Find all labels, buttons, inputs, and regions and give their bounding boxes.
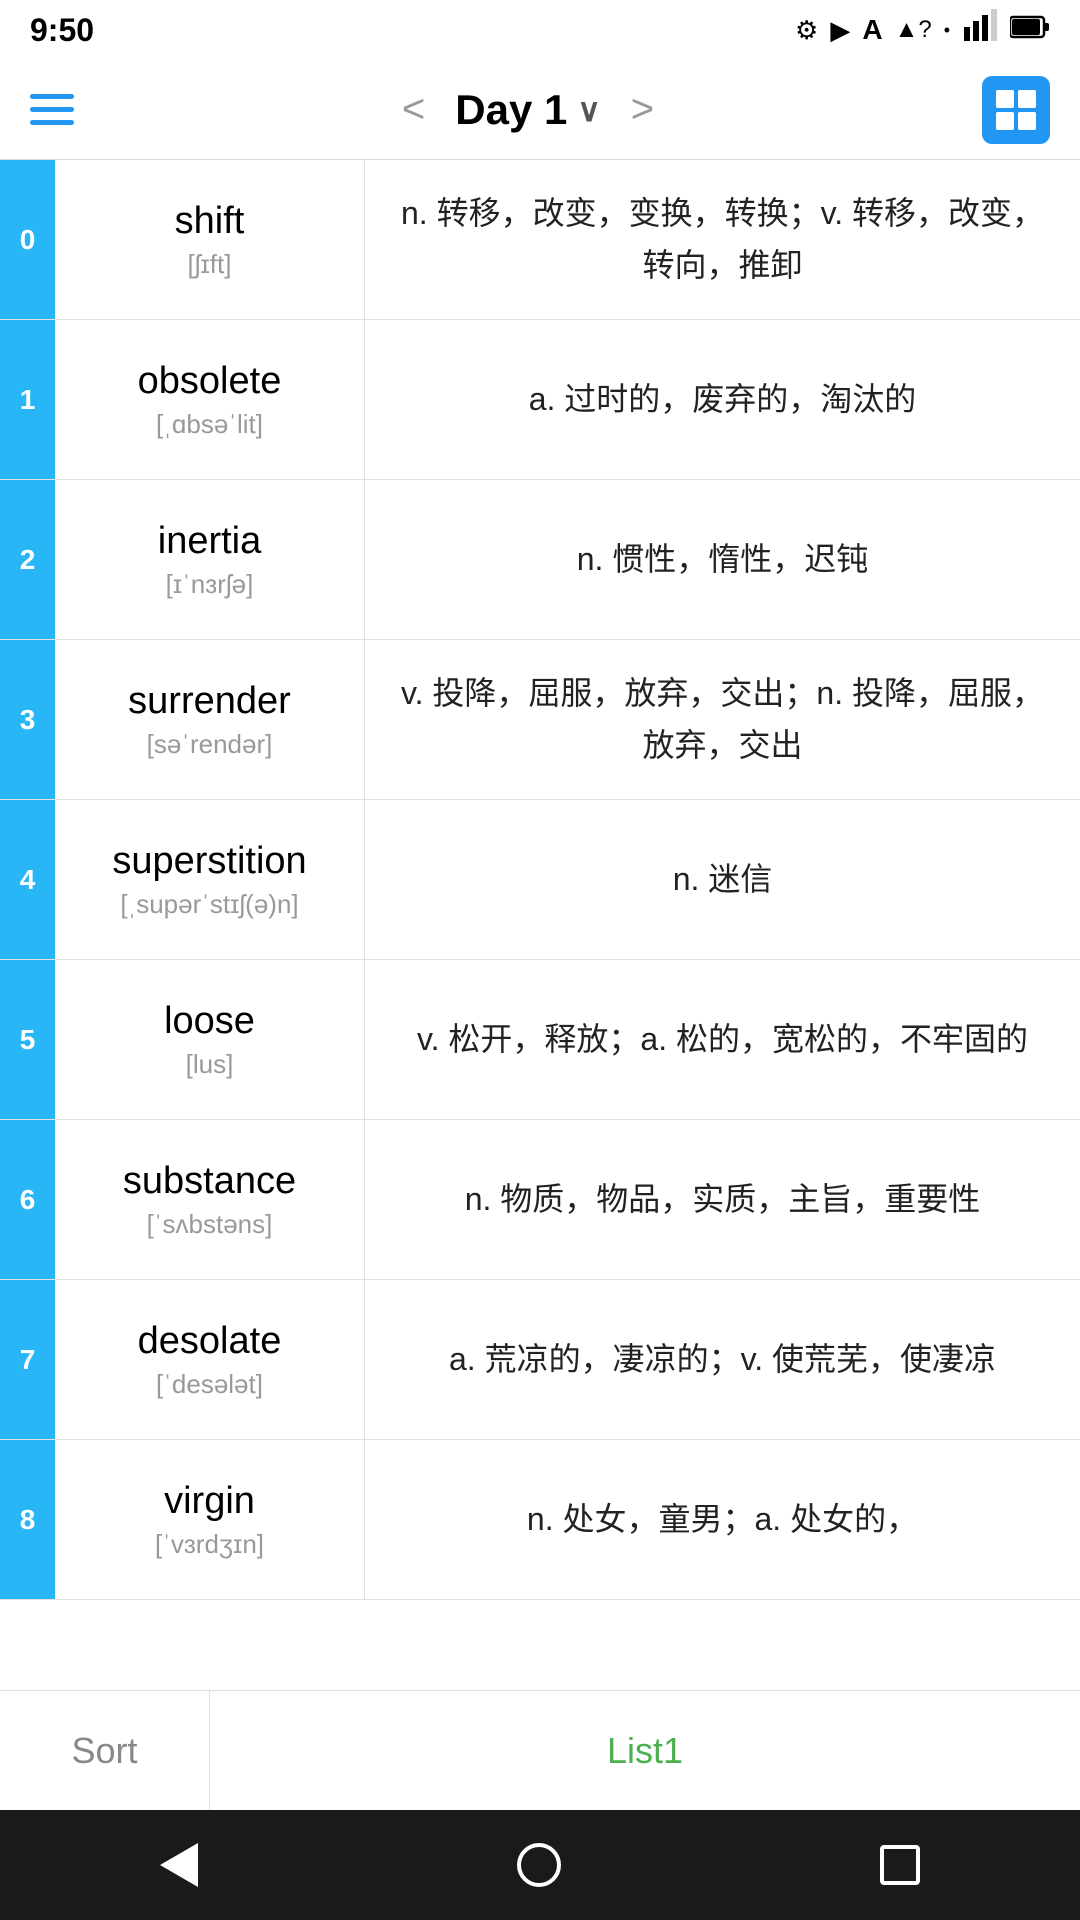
word-text: virgin	[164, 1480, 255, 1523]
row-index: 0	[0, 160, 55, 319]
word-text: obsolete	[138, 360, 282, 403]
day-title[interactable]: Day 1 ∨	[455, 86, 601, 134]
word-text: inertia	[158, 520, 262, 563]
hamburger-line-3	[30, 120, 74, 125]
word-cell: desolate [ˈdesələt]	[55, 1280, 365, 1439]
definition-cell: n. 处女，童男；a. 处女的，	[365, 1440, 1080, 1599]
text-icon: A	[862, 14, 882, 46]
dot-icon: •	[944, 20, 950, 41]
definition-cell: n. 物质，物品，实质，主旨，重要性	[365, 1120, 1080, 1279]
play-icon: ▶	[830, 15, 850, 46]
sort-tab-label: Sort	[71, 1730, 137, 1772]
word-phonetic: [səˈrendər]	[147, 729, 273, 760]
home-button[interactable]	[517, 1843, 561, 1887]
sort-tab[interactable]: Sort	[0, 1691, 210, 1810]
back-button[interactable]	[160, 1843, 198, 1887]
row-index: 8	[0, 1440, 55, 1599]
definition-cell: n. 迷信	[365, 800, 1080, 959]
definition-cell: v. 投降，屈服，放弃，交出；n. 投降，屈服，放弃，交出	[365, 640, 1080, 799]
word-row[interactable]: 0 shift [ʃɪft] n. 转移，改变，变换，转换；v. 转移，改变，转…	[0, 160, 1080, 320]
definition-cell: a. 荒凉的，凄凉的；v. 使荒芜，使凄凉	[365, 1280, 1080, 1439]
word-row[interactable]: 4 superstition [ˌsupərˈstɪʃ(ə)n] n. 迷信	[0, 800, 1080, 960]
gear-icon: ⚙	[795, 15, 818, 46]
hamburger-button[interactable]	[30, 94, 74, 125]
word-row[interactable]: 6 substance [ˈsʌbstəns] n. 物质，物品，实质，主旨，重…	[0, 1120, 1080, 1280]
battery-icon	[1010, 13, 1050, 48]
word-phonetic: [ˈvɜrdʒɪn]	[155, 1529, 264, 1560]
list1-tab[interactable]: List1	[210, 1691, 1080, 1810]
row-index: 3	[0, 640, 55, 799]
word-cell: obsolete [ˌɑbsəˈlit]	[55, 320, 365, 479]
signal-icon	[962, 9, 998, 52]
word-text: surrender	[128, 680, 291, 723]
word-cell: virgin [ˈvɜrdʒɪn]	[55, 1440, 365, 1599]
status-time: 9:50	[30, 12, 94, 49]
home-circle-icon	[517, 1843, 561, 1887]
word-phonetic: [lus]	[186, 1049, 234, 1080]
word-cell: surrender [səˈrendər]	[55, 640, 365, 799]
word-row[interactable]: 1 obsolete [ˌɑbsəˈlit] a. 过时的，废弃的，淘汰的	[0, 320, 1080, 480]
definition-cell: n. 转移，改变，变换，转换；v. 转移，改变，转向，推卸	[365, 160, 1080, 319]
list1-tab-label: List1	[607, 1730, 683, 1772]
word-cell: loose [lus]	[55, 960, 365, 1119]
back-triangle-icon	[160, 1843, 198, 1887]
word-row[interactable]: 8 virgin [ˈvɜrdʒɪn] n. 处女，童男；a. 处女的，	[0, 1440, 1080, 1600]
recents-button[interactable]	[880, 1845, 920, 1885]
word-phonetic: [ˌɑbsəˈlit]	[156, 409, 263, 440]
word-phonetic: [ɪˈnɜrʃə]	[166, 569, 254, 600]
dropdown-arrow-icon: ∨	[577, 91, 600, 129]
word-phonetic: [ˌsupərˈstɪʃ(ə)n]	[120, 889, 298, 920]
word-text: shift	[175, 200, 245, 243]
top-nav: < Day 1 ∨ >	[0, 60, 1080, 160]
android-nav-bar	[0, 1810, 1080, 1920]
grid-view-button[interactable]	[982, 76, 1050, 144]
definition-cell: a. 过时的，废弃的，淘汰的	[365, 320, 1080, 479]
word-text: loose	[164, 1000, 255, 1043]
word-row[interactable]: 7 desolate [ˈdesələt] a. 荒凉的，凄凉的；v. 使荒芜，…	[0, 1280, 1080, 1440]
word-list: 0 shift [ʃɪft] n. 转移，改变，变换，转换；v. 转移，改变，转…	[0, 160, 1080, 1690]
word-cell: superstition [ˌsupərˈstɪʃ(ə)n]	[55, 800, 365, 959]
word-cell: shift [ʃɪft]	[55, 160, 365, 319]
day-title-text: Day 1	[455, 86, 567, 134]
wifi-icon: ▲?	[895, 16, 932, 44]
word-text: desolate	[138, 1320, 282, 1363]
recents-square-icon	[880, 1845, 920, 1885]
word-phonetic: [ˈdesələt]	[156, 1369, 263, 1400]
row-index: 7	[0, 1280, 55, 1439]
word-cell: substance [ˈsʌbstəns]	[55, 1120, 365, 1279]
word-text: superstition	[112, 840, 306, 883]
definition-cell: n. 惯性，惰性，迟钝	[365, 480, 1080, 639]
word-cell: inertia [ɪˈnɜrʃə]	[55, 480, 365, 639]
row-index: 5	[0, 960, 55, 1119]
next-day-button[interactable]: >	[621, 87, 664, 132]
status-icons: ⚙ ▶ A ▲? •	[795, 9, 1050, 52]
word-text: substance	[123, 1160, 296, 1203]
row-index: 4	[0, 800, 55, 959]
definition-cell: v. 松开，释放；a. 松的，宽松的，不牢固的	[365, 960, 1080, 1119]
status-bar: 9:50 ⚙ ▶ A ▲? •	[0, 0, 1080, 60]
row-index: 2	[0, 480, 55, 639]
word-phonetic: [ˈsʌbstəns]	[147, 1209, 273, 1240]
word-row[interactable]: 3 surrender [səˈrendər] v. 投降，屈服，放弃，交出；n…	[0, 640, 1080, 800]
row-index: 6	[0, 1120, 55, 1279]
nav-center: < Day 1 ∨ >	[392, 86, 664, 134]
word-row[interactable]: 2 inertia [ɪˈnɜrʃə] n. 惯性，惰性，迟钝	[0, 480, 1080, 640]
hamburger-line-2	[30, 107, 74, 112]
prev-day-button[interactable]: <	[392, 87, 435, 132]
word-phonetic: [ʃɪft]	[188, 249, 232, 280]
row-index: 1	[0, 320, 55, 479]
word-row[interactable]: 5 loose [lus] v. 松开，释放；a. 松的，宽松的，不牢固的	[0, 960, 1080, 1120]
hamburger-line-1	[30, 94, 74, 99]
bottom-tab-bar: Sort List1	[0, 1690, 1080, 1810]
